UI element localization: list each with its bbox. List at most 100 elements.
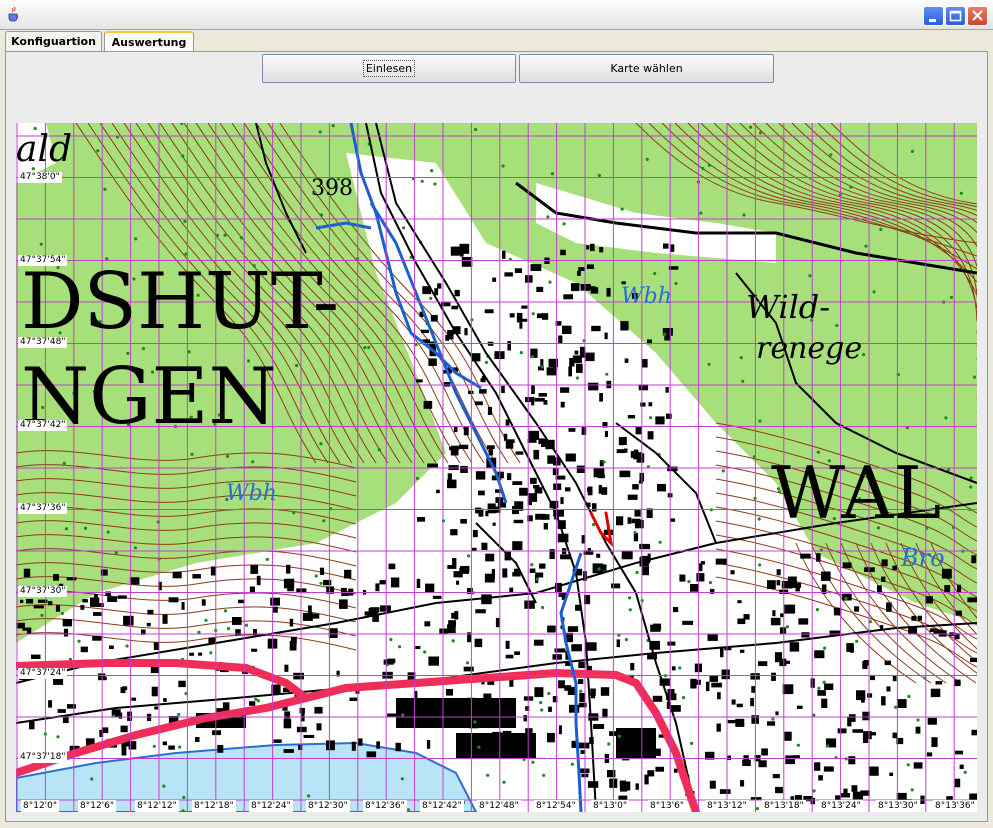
tree-symbol <box>910 149 915 153</box>
building <box>787 576 797 585</box>
building <box>181 602 185 610</box>
building <box>146 622 151 627</box>
building <box>198 652 203 656</box>
tree-symbol <box>757 517 761 521</box>
building <box>450 445 459 456</box>
building <box>663 243 669 249</box>
building <box>189 652 194 656</box>
tree-symbol <box>972 375 977 379</box>
building <box>458 444 469 450</box>
tree-symbol <box>292 511 296 515</box>
tree-symbol <box>862 353 866 357</box>
building <box>283 749 294 753</box>
tree-symbol <box>465 661 470 665</box>
building <box>452 558 457 566</box>
tree-symbol <box>319 581 323 585</box>
building <box>970 657 977 663</box>
tree-symbol <box>645 157 649 161</box>
building <box>515 451 524 455</box>
tree-symbol <box>64 527 68 531</box>
building <box>571 644 582 652</box>
tree-symbol <box>597 173 602 178</box>
building <box>580 284 591 291</box>
building <box>935 681 943 685</box>
building <box>162 614 168 624</box>
tree-symbol <box>546 215 550 219</box>
tree-symbol <box>141 347 145 351</box>
building <box>446 689 453 696</box>
building <box>679 574 686 582</box>
building <box>868 766 879 776</box>
building <box>606 287 611 297</box>
tree-symbol <box>607 742 611 746</box>
building <box>580 354 591 358</box>
tree-symbol <box>96 149 100 153</box>
building <box>290 636 297 645</box>
building <box>567 626 579 632</box>
choose-map-button[interactable]: Karte wählen <box>519 54 774 83</box>
building <box>521 305 528 309</box>
building <box>502 250 506 259</box>
building <box>597 474 605 479</box>
longitude-label: 8°13'30" <box>876 800 920 812</box>
tree-symbol <box>152 744 156 748</box>
tree-symbol <box>822 680 826 684</box>
tree-symbol <box>430 169 434 173</box>
minimize-button[interactable] <box>923 6 944 26</box>
building <box>647 431 654 440</box>
tab-auswertung[interactable]: Auswertung <box>104 31 194 52</box>
tree-symbol <box>223 233 227 237</box>
read-button[interactable]: Einlesen <box>262 54 516 83</box>
map-view[interactable]: DSHUT- NGEN WAL Wild- renege Wbh Wbh Bro… <box>16 123 977 812</box>
building <box>635 783 639 790</box>
building <box>558 592 567 597</box>
tree-symbol <box>103 187 107 191</box>
tree-symbol <box>547 691 551 696</box>
building <box>376 741 380 749</box>
tree-symbol <box>817 686 821 690</box>
close-button[interactable] <box>967 6 988 26</box>
building <box>286 564 291 574</box>
building <box>546 367 557 376</box>
tree-symbol <box>628 608 632 612</box>
building <box>562 325 572 334</box>
building <box>913 762 923 769</box>
building <box>798 618 809 625</box>
building <box>96 603 104 607</box>
tree-symbol <box>226 627 231 631</box>
tree-symbol <box>331 124 335 128</box>
building <box>616 516 624 526</box>
building <box>717 692 721 700</box>
building <box>750 698 754 707</box>
tree-symbol <box>265 557 269 561</box>
building <box>535 572 544 578</box>
maximize-button[interactable] <box>945 6 966 26</box>
building <box>415 646 421 650</box>
tree-symbol <box>415 476 419 480</box>
tree-symbol <box>663 332 667 336</box>
building <box>877 585 882 593</box>
building <box>957 584 962 593</box>
tree-symbol <box>742 213 746 217</box>
building <box>273 606 278 613</box>
tree-symbol <box>535 577 540 581</box>
building <box>459 243 470 254</box>
tree-symbol <box>681 696 686 700</box>
tab-konfiguration[interactable]: Konfiguartion <box>5 31 102 51</box>
building <box>642 566 649 576</box>
building <box>599 393 603 402</box>
building <box>547 625 556 633</box>
building <box>514 268 522 273</box>
longitude-label: 8°12'48" <box>477 800 521 812</box>
building <box>796 705 803 709</box>
building <box>519 487 528 496</box>
tree-symbol <box>635 570 639 575</box>
building <box>560 401 565 408</box>
building <box>340 587 347 593</box>
building <box>417 517 425 522</box>
building <box>892 565 898 570</box>
building <box>428 358 437 366</box>
building <box>319 567 325 575</box>
building <box>93 612 102 616</box>
building <box>463 666 474 672</box>
